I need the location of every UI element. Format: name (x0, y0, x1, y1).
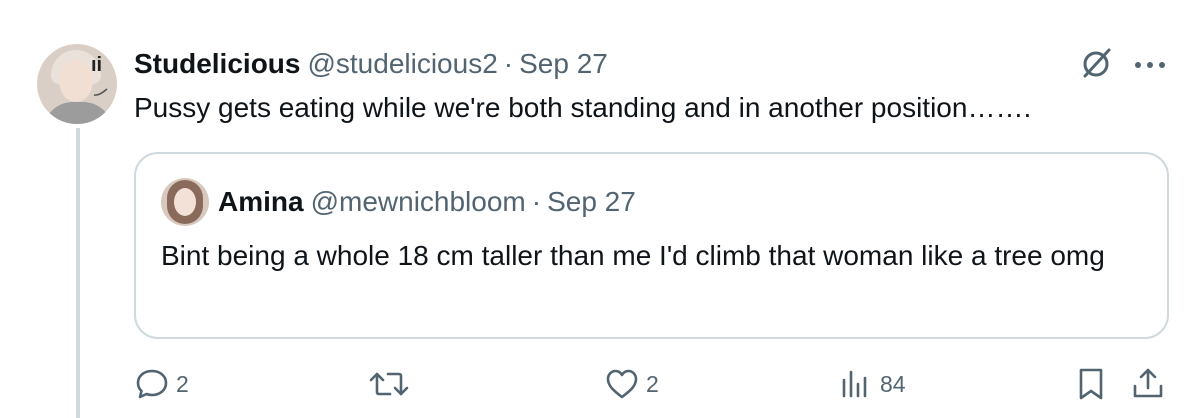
avatar-decoration: ıi (91, 54, 103, 76)
more-icon[interactable] (1131, 50, 1169, 80)
tweet-header: Studelicious @studelicious2 · Sep 27 (134, 44, 608, 84)
quoted-author-handle: @mewnichbloom (310, 186, 526, 217)
retweet-button[interactable] (368, 366, 410, 402)
tweet-text: Pussy gets eating while we're both stand… (134, 92, 1032, 123)
author-name[interactable]: Studelicious (134, 48, 300, 80)
bookmark-button[interactable] (1074, 366, 1108, 402)
quoted-author-name: Amina (218, 186, 304, 217)
tweet-date[interactable]: Sep 27 (519, 48, 608, 80)
views-button[interactable]: 84 (838, 366, 906, 402)
reply-count: 2 (176, 370, 189, 397)
views-count: 84 (880, 370, 906, 397)
quoted-tweet-header: Amina @mewnichbloom · Sep 27 (218, 182, 636, 222)
reply-icon (136, 369, 168, 399)
share-button[interactable] (1130, 366, 1166, 402)
quoted-tweet-card[interactable]: Amina @mewnichbloom · Sep 27 Bint being … (134, 152, 1169, 339)
quoted-tweet-date: Sep 27 (547, 186, 636, 217)
action-bar: 2 2 84 (0, 362, 1200, 406)
author-handle[interactable]: @studelicious2 (307, 48, 497, 80)
retweet-icon (369, 372, 409, 396)
avatar-decoration-mark (93, 84, 109, 102)
quoted-avatar[interactable] (161, 178, 209, 226)
like-icon (606, 369, 638, 399)
quoted-separator-dot: · (531, 186, 542, 217)
like-button[interactable]: 2 (604, 366, 659, 402)
share-icon (1133, 368, 1163, 398)
quoted-tweet-text: Bint being a whole 18 cm taller than me … (161, 240, 1105, 271)
grok-icon[interactable] (1080, 46, 1114, 80)
reply-button[interactable]: 2 (134, 366, 189, 402)
bookmark-icon (1079, 368, 1103, 400)
like-count: 2 (646, 370, 659, 397)
views-icon (842, 370, 867, 398)
separator-dot: · (503, 48, 514, 79)
